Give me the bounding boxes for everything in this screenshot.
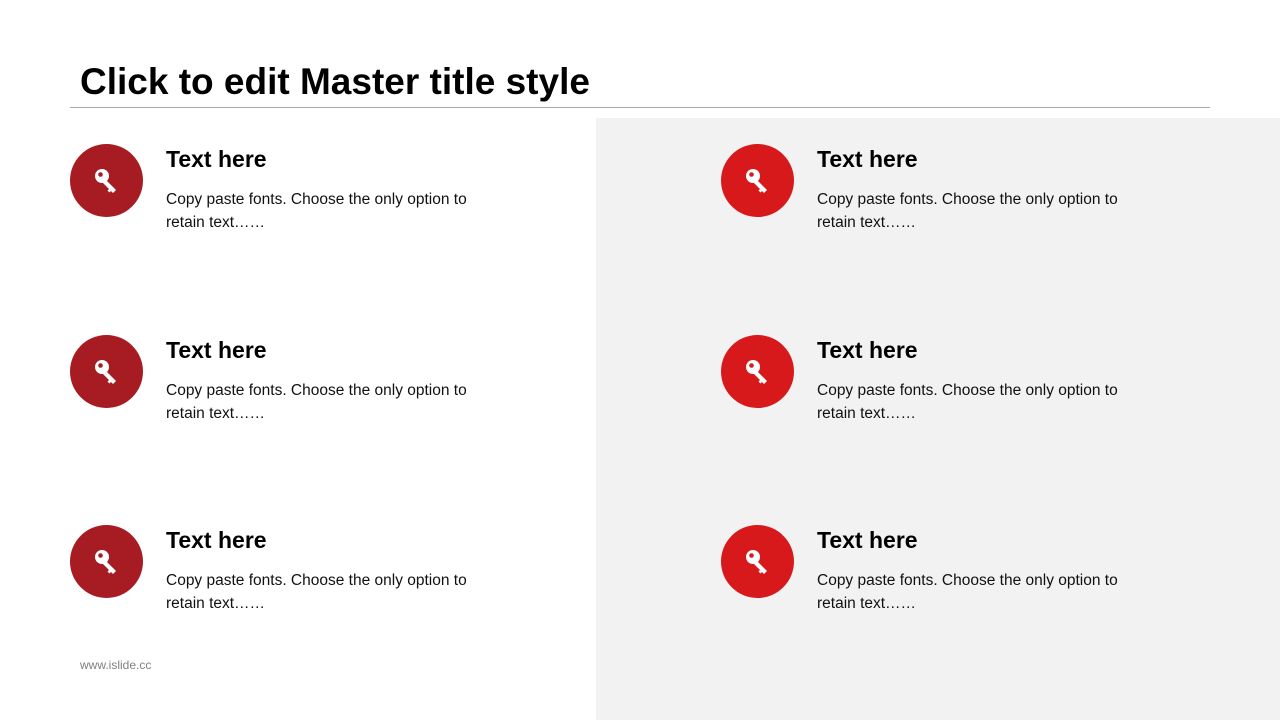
key-icon bbox=[745, 549, 767, 574]
icon-circle bbox=[721, 525, 794, 598]
feature-item: Text here Copy paste fonts. Choose the o… bbox=[70, 335, 570, 445]
icon-circle bbox=[721, 144, 794, 217]
item-description[interactable]: Copy paste fonts. Choose the only option… bbox=[166, 188, 496, 234]
icon-circle bbox=[70, 525, 143, 598]
slide-title[interactable]: Click to edit Master title style bbox=[80, 58, 590, 106]
item-description[interactable]: Copy paste fonts. Choose the only option… bbox=[817, 379, 1147, 425]
icon-circle bbox=[721, 335, 794, 408]
feature-item: Text here Copy paste fonts. Choose the o… bbox=[70, 144, 570, 254]
key-icon bbox=[94, 549, 116, 574]
item-description[interactable]: Copy paste fonts. Choose the only option… bbox=[817, 569, 1147, 615]
key-icon bbox=[745, 168, 767, 193]
item-description[interactable]: Copy paste fonts. Choose the only option… bbox=[817, 188, 1147, 234]
item-heading[interactable]: Text here bbox=[817, 144, 918, 174]
key-icon bbox=[94, 359, 116, 384]
item-heading[interactable]: Text here bbox=[166, 525, 267, 555]
footer-url: www.islide.cc bbox=[80, 658, 152, 672]
item-heading[interactable]: Text here bbox=[817, 525, 918, 555]
icon-circle bbox=[70, 144, 143, 217]
key-icon bbox=[745, 359, 767, 384]
feature-item: Text here Copy paste fonts. Choose the o… bbox=[721, 335, 1221, 445]
feature-item: Text here Copy paste fonts. Choose the o… bbox=[721, 144, 1221, 254]
item-description[interactable]: Copy paste fonts. Choose the only option… bbox=[166, 379, 496, 425]
feature-item: Text here Copy paste fonts. Choose the o… bbox=[721, 525, 1221, 635]
item-heading[interactable]: Text here bbox=[166, 335, 267, 365]
item-description[interactable]: Copy paste fonts. Choose the only option… bbox=[166, 569, 496, 615]
key-icon bbox=[94, 168, 116, 193]
icon-circle bbox=[70, 335, 143, 408]
feature-item: Text here Copy paste fonts. Choose the o… bbox=[70, 525, 570, 635]
item-heading[interactable]: Text here bbox=[817, 335, 918, 365]
item-heading[interactable]: Text here bbox=[166, 144, 267, 174]
title-divider bbox=[70, 107, 1210, 108]
